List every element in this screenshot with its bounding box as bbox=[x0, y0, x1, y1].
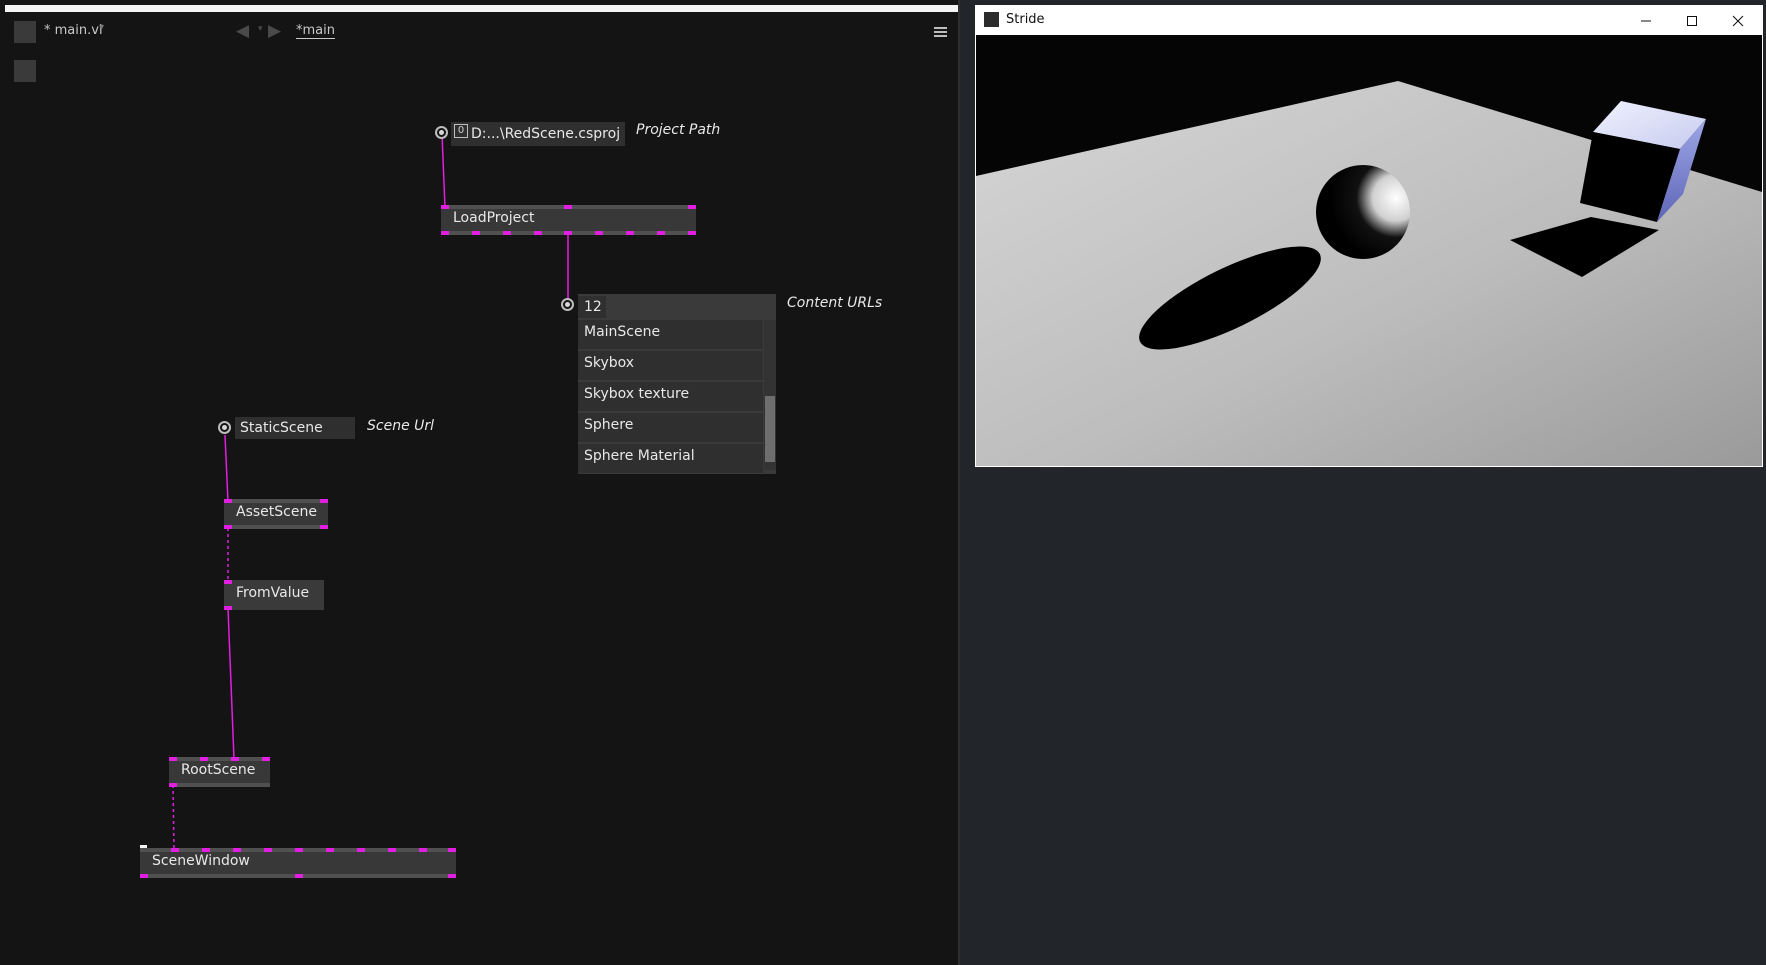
pin[interactable] bbox=[200, 757, 208, 761]
node-bottom-bar bbox=[224, 525, 328, 529]
link-rootscene-scenewindow bbox=[172, 784, 175, 850]
pin[interactable] bbox=[626, 231, 634, 235]
pin[interactable] bbox=[564, 205, 572, 209]
node-label: RootScene bbox=[181, 762, 256, 778]
minimize-icon bbox=[1641, 20, 1651, 21]
window-title: Stride bbox=[1006, 12, 1045, 27]
link-fromvalue-rootscene bbox=[227, 607, 235, 760]
link-sceneurl-assetscene bbox=[224, 434, 229, 503]
render-viewport[interactable] bbox=[976, 35, 1762, 466]
pin[interactable] bbox=[448, 848, 456, 852]
project-path-value: D:...\RedScene.csproj bbox=[471, 126, 621, 142]
content-urls-comment: Content URLs bbox=[787, 295, 883, 311]
close-button[interactable] bbox=[1715, 5, 1761, 35]
stride-window: Stride bbox=[975, 5, 1763, 467]
pin[interactable] bbox=[233, 848, 241, 852]
pin[interactable] bbox=[262, 757, 270, 761]
stride-app-icon bbox=[984, 12, 999, 27]
project-path-index: 0 bbox=[454, 124, 468, 138]
node-top-bar bbox=[224, 499, 328, 503]
from-value-node[interactable]: FromValue bbox=[224, 580, 324, 610]
pin[interactable] bbox=[169, 783, 177, 787]
root-scene-node[interactable]: RootScene bbox=[169, 757, 270, 787]
scene-url-bang[interactable] bbox=[218, 421, 231, 434]
minimize-button[interactable] bbox=[1623, 5, 1669, 35]
node-label: AssetScene bbox=[236, 504, 317, 520]
scene-url-value: StaticScene bbox=[240, 420, 323, 436]
list-item[interactable]: Sphere bbox=[578, 413, 763, 442]
content-urls-spread[interactable]: 12 MainScene Skybox Skybox texture Spher… bbox=[578, 294, 776, 474]
pin[interactable] bbox=[320, 525, 328, 529]
load-project-node[interactable]: LoadProject bbox=[441, 205, 696, 235]
desktop: * main.vl ▾ ◀ ▾ ▶ *main 0 D:...\RedScene… bbox=[0, 0, 1766, 965]
pin[interactable] bbox=[534, 231, 542, 235]
project-path-bang[interactable] bbox=[435, 126, 448, 139]
list-item[interactable]: MainScene bbox=[578, 320, 763, 349]
node-label: LoadProject bbox=[453, 210, 535, 226]
pin[interactable] bbox=[326, 848, 334, 852]
asset-scene-node[interactable]: AssetScene bbox=[224, 499, 328, 529]
pin[interactable] bbox=[564, 231, 572, 235]
pin[interactable] bbox=[171, 848, 179, 852]
pin[interactable] bbox=[503, 231, 511, 235]
pin[interactable] bbox=[224, 499, 232, 503]
pin[interactable] bbox=[441, 205, 449, 209]
node-label: FromValue bbox=[236, 585, 310, 601]
list-item[interactable]: Skybox texture bbox=[578, 382, 763, 411]
pin[interactable] bbox=[657, 231, 665, 235]
pin[interactable] bbox=[202, 848, 210, 852]
pin[interactable] bbox=[295, 874, 303, 878]
pin[interactable] bbox=[231, 757, 239, 761]
pin[interactable] bbox=[388, 848, 396, 852]
pin[interactable] bbox=[595, 231, 603, 235]
project-path-comment: Project Path bbox=[636, 122, 721, 138]
sphere bbox=[1316, 165, 1410, 259]
pin[interactable] bbox=[169, 757, 177, 761]
pin[interactable] bbox=[224, 525, 232, 529]
stride-titlebar[interactable]: Stride bbox=[975, 5, 1763, 35]
pin[interactable] bbox=[419, 848, 427, 852]
pin[interactable] bbox=[357, 848, 365, 852]
spread-count[interactable]: 12 bbox=[578, 296, 606, 318]
pin[interactable] bbox=[224, 580, 232, 584]
pin[interactable] bbox=[441, 231, 449, 235]
node-bottom-bar bbox=[169, 783, 270, 787]
pin[interactable] bbox=[688, 205, 696, 209]
pin[interactable] bbox=[320, 499, 328, 503]
pin[interactable] bbox=[472, 231, 480, 235]
scene-window-node[interactable]: SceneWindow bbox=[140, 848, 456, 878]
pin[interactable] bbox=[295, 848, 303, 852]
node-top-bar bbox=[169, 757, 270, 761]
pin[interactable] bbox=[448, 874, 456, 878]
maximize-button[interactable] bbox=[1669, 5, 1715, 35]
list-item[interactable]: Skybox bbox=[578, 351, 763, 380]
node-label: SceneWindow bbox=[152, 853, 250, 869]
maximize-icon bbox=[1687, 15, 1697, 26]
project-path-iobox[interactable]: 0 D:...\RedScene.csproj bbox=[451, 122, 625, 146]
list-item[interactable]: Sphere Material bbox=[578, 444, 763, 473]
pin[interactable] bbox=[140, 874, 148, 878]
scene-url-iobox[interactable]: StaticScene bbox=[235, 417, 355, 439]
close-icon bbox=[1732, 15, 1744, 26]
content-urls-bang[interactable] bbox=[561, 298, 574, 311]
spread-scrollbar-thumb[interactable] bbox=[765, 396, 775, 462]
scene-url-comment: Scene Url bbox=[367, 418, 435, 434]
pin[interactable] bbox=[688, 231, 696, 235]
scene-render bbox=[976, 35, 1762, 466]
vvvv-editor-window: * main.vl ▾ ◀ ▾ ▶ *main 0 D:...\RedScene… bbox=[0, 0, 960, 965]
link-projectpath-loadproject bbox=[441, 133, 446, 209]
pin[interactable] bbox=[264, 848, 272, 852]
pin[interactable] bbox=[224, 606, 232, 610]
